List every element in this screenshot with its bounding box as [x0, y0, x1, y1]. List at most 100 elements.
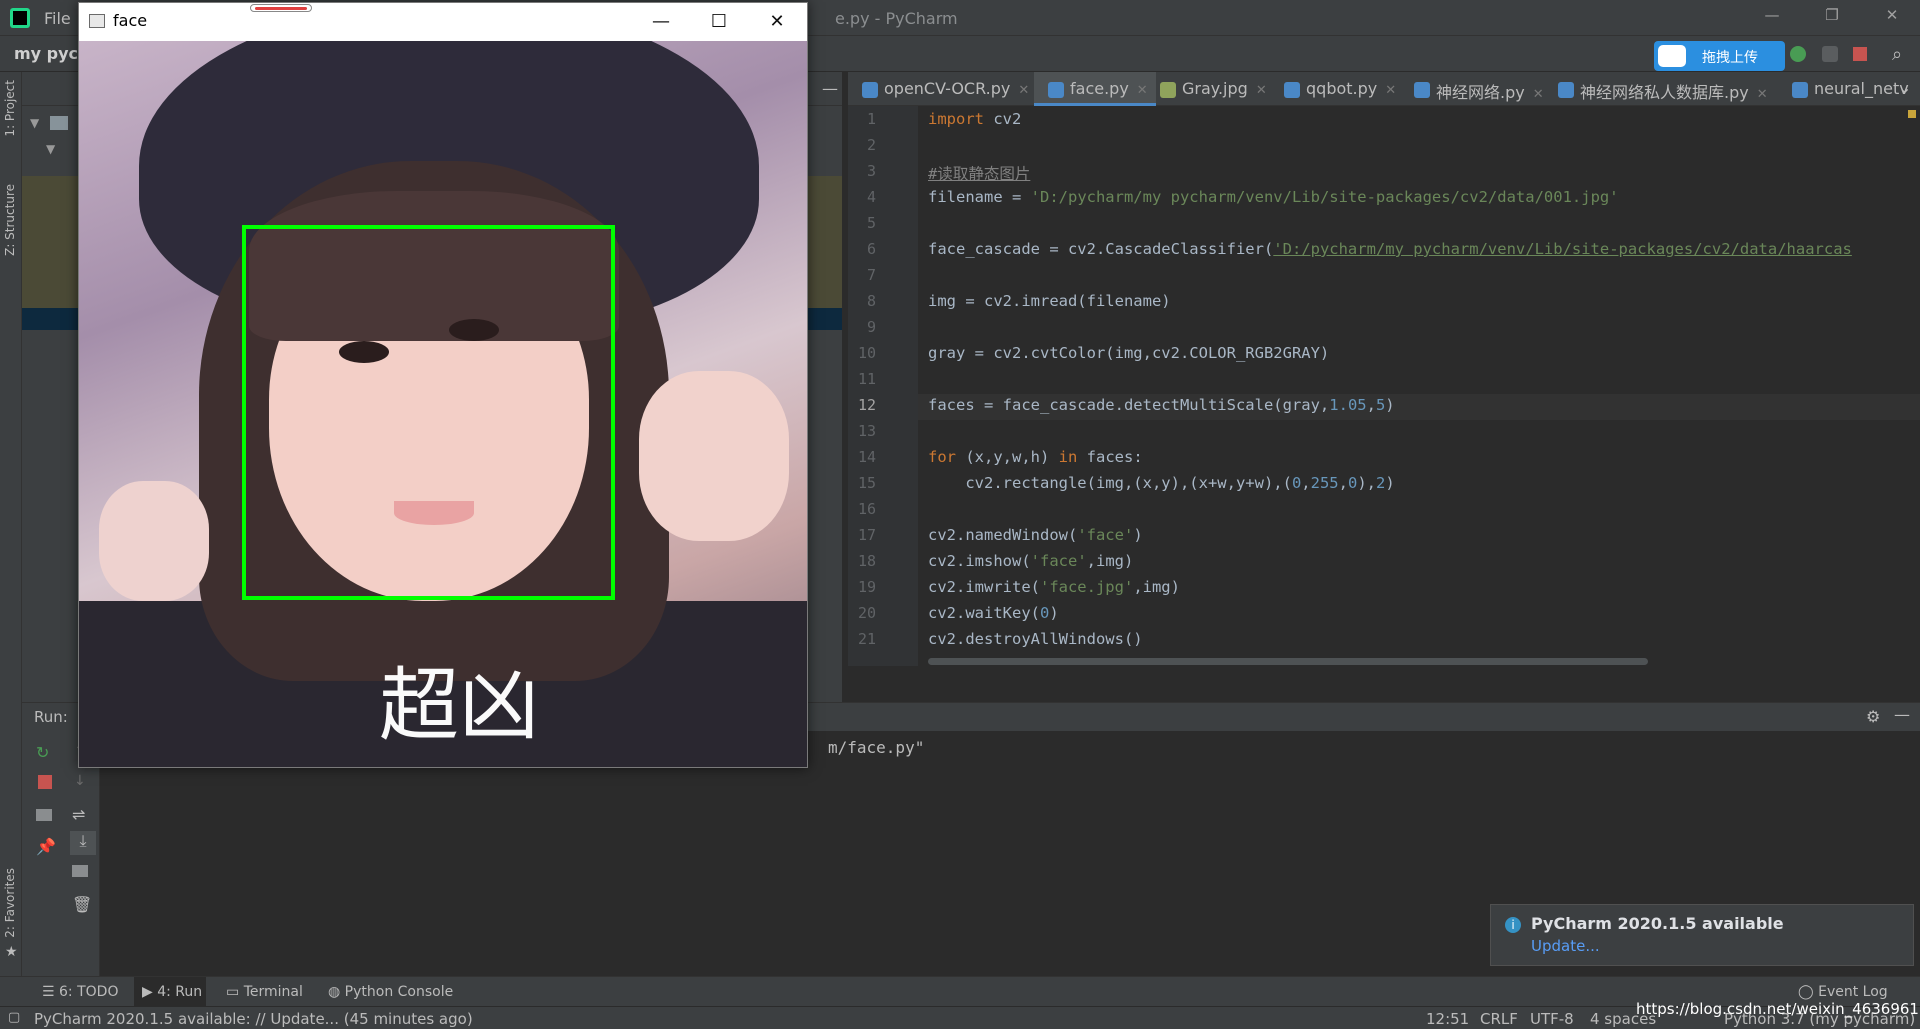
upload-label: 拖拽上传: [1702, 50, 1758, 66]
list-icon: ☰: [42, 984, 60, 1000]
tab-todo[interactable]: ☰ 6: TODO: [42, 984, 118, 1000]
line-number: 18: [857, 552, 876, 570]
tab-qqbot[interactable]: qqbot.py ✕: [1270, 72, 1404, 106]
line-number: 1: [866, 110, 876, 128]
line-number: 21: [857, 630, 876, 648]
tab-label: Python Console: [344, 984, 454, 1000]
restore-button[interactable]: ❐: [1812, 6, 1852, 30]
inspection-indicator-icon[interactable]: [1908, 110, 1916, 118]
upload-widget[interactable]: 拖拽上传: [1654, 41, 1785, 71]
line-number: 2: [866, 136, 876, 154]
face-maximize-button[interactable]: ☐: [691, 7, 747, 37]
folder-icon: [50, 116, 68, 130]
code-line-20: cv2.waitKey(0): [928, 604, 1059, 622]
line-number: 15: [857, 474, 876, 492]
trash-icon[interactable]: 🗑: [72, 895, 92, 914]
close-tab-icon[interactable]: ✕: [1256, 83, 1267, 98]
close-button[interactable]: ✕: [1872, 6, 1912, 30]
tab-opencv-ocr[interactable]: openCV-OCR.py ✕: [848, 72, 1037, 106]
close-tab-icon[interactable]: ✕: [1018, 83, 1029, 98]
line-number: 5: [866, 214, 876, 232]
expand-arrow-icon[interactable]: ▼: [30, 116, 39, 130]
window-app-icon: [89, 14, 105, 28]
tab-label: qqbot.py: [1306, 79, 1378, 98]
status-message[interactable]: PyCharm 2020.1.5 available: // Update...…: [34, 1010, 473, 1028]
tab-face-py[interactable]: face.py ✕: [1034, 72, 1156, 106]
tab-python-console[interactable]: ◍ Python Console: [328, 984, 453, 1000]
face-close-button[interactable]: ✕: [749, 7, 805, 37]
tab-neural-net[interactable]: 神经网络.py ✕: [1400, 72, 1552, 106]
menu-file[interactable]: File: [44, 9, 71, 28]
pin-icon[interactable]: 📌: [36, 837, 56, 856]
tab-label: 6: TODO: [59, 984, 119, 1000]
photo-hand: [99, 481, 209, 601]
minimize-button[interactable]: —: [1752, 6, 1792, 30]
line-separator[interactable]: CRLF: [1480, 1010, 1518, 1028]
close-tab-icon[interactable]: ✕: [1385, 83, 1396, 98]
code-line-14: for (x,y,w,h) in faces:: [928, 448, 1143, 466]
tab-label: 神经网络私人数据库.py: [1580, 83, 1749, 102]
horizontal-scrollbar[interactable]: [928, 658, 1648, 665]
editor-gutter: 1 2 3 4 5 6 7 8 9 10 11 12 13 14 15 16 1…: [848, 106, 918, 666]
close-tab-icon[interactable]: ✕: [1757, 87, 1768, 102]
tab-neural-net-private-db[interactable]: 神经网络私人数据库.py ✕: [1544, 72, 1776, 106]
hide-icon[interactable]: —: [1894, 705, 1910, 724]
expand-arrow-icon[interactable]: ▼: [46, 142, 55, 156]
face-minimize-button[interactable]: —: [633, 7, 689, 37]
tab-neural-netv[interactable]: neural_netv: [1778, 72, 1917, 106]
code-line-4: filename = 'D:/pycharm/my pycharm/venv/L…: [928, 188, 1619, 206]
line-number: 14: [857, 448, 876, 466]
line-number: 13: [857, 422, 876, 440]
search-icon[interactable]: ⌕: [1892, 44, 1902, 65]
caret-position[interactable]: 12:51: [1426, 1010, 1469, 1028]
image-file-icon: [1160, 82, 1176, 98]
update-link[interactable]: Update...: [1531, 937, 1600, 955]
tabs-dropdown-icon[interactable]: ⌄: [1898, 78, 1911, 97]
run-output: m/face.py": [828, 738, 925, 757]
scroll-to-end-icon[interactable]: ⤓: [70, 831, 96, 855]
tab-label: openCV-OCR.py: [884, 79, 1011, 98]
tool-window-favorites[interactable]: 2: Favorites: [3, 868, 17, 938]
tab-terminal[interactable]: ▭ Terminal: [226, 984, 303, 1000]
tab-label: Gray.jpg: [1182, 79, 1248, 98]
debug-icon[interactable]: [1790, 46, 1806, 62]
stop-run-icon[interactable]: [38, 775, 52, 789]
close-tab-icon[interactable]: ✕: [1533, 87, 1544, 102]
run-label: Run:: [34, 708, 68, 726]
file-encoding[interactable]: UTF-8: [1530, 1010, 1574, 1028]
settings-gear-icon[interactable]: ⚙: [1866, 707, 1880, 726]
code-editor[interactable]: import cv2 #读取静态图片 filename = 'D:/pychar…: [918, 106, 1920, 666]
face-window-titlebar[interactable]: face — ☐ ✕: [79, 3, 807, 41]
drag-handle[interactable]: [250, 4, 312, 12]
window-title: e.py - PyCharm: [835, 9, 958, 28]
play-icon: ▶: [142, 984, 158, 1000]
python-file-icon: [1792, 82, 1808, 98]
tab-label: Event Log: [1818, 984, 1888, 1000]
panel-toggle-icon[interactable]: ▢: [8, 1010, 20, 1025]
arrow-down-icon[interactable]: ↓: [74, 773, 94, 789]
tool-window-project[interactable]: 1: Project: [3, 80, 17, 137]
tab-gray-jpg[interactable]: Gray.jpg ✕: [1146, 72, 1275, 106]
stop-icon[interactable]: [1853, 47, 1867, 61]
pycharm-logo-icon: [10, 8, 30, 28]
line-number: 4: [866, 188, 876, 206]
tool-window-structure[interactable]: Z: Structure: [3, 184, 17, 256]
line-number: 19: [857, 578, 876, 596]
info-icon: i: [1505, 917, 1521, 933]
python-file-icon: [1284, 82, 1300, 98]
coverage-icon[interactable]: [1822, 46, 1838, 62]
tab-event-log[interactable]: ◯ Event Log: [1798, 984, 1888, 1000]
opencv-face-window[interactable]: face — ☐ ✕ 超凶: [78, 2, 808, 768]
code-line-17: cv2.namedWindow('face'): [928, 526, 1143, 544]
tab-label: neural_netv: [1814, 79, 1909, 98]
rerun-icon[interactable]: ↻: [36, 743, 56, 762]
face-detection-rectangle: [242, 225, 615, 600]
event-log-icon: ◯: [1798, 984, 1819, 1000]
python-file-icon: [862, 82, 878, 98]
tab-run[interactable]: ▶ 4: Run: [142, 984, 202, 1000]
hide-panel-icon[interactable]: —: [822, 72, 842, 106]
print-icon[interactable]: [72, 865, 88, 877]
layout-icon[interactable]: [36, 809, 52, 821]
soft-wrap-icon[interactable]: ⇌: [72, 805, 92, 824]
code-line-6: face_cascade = cv2.CascadeClassifier('D:…: [928, 240, 1852, 258]
